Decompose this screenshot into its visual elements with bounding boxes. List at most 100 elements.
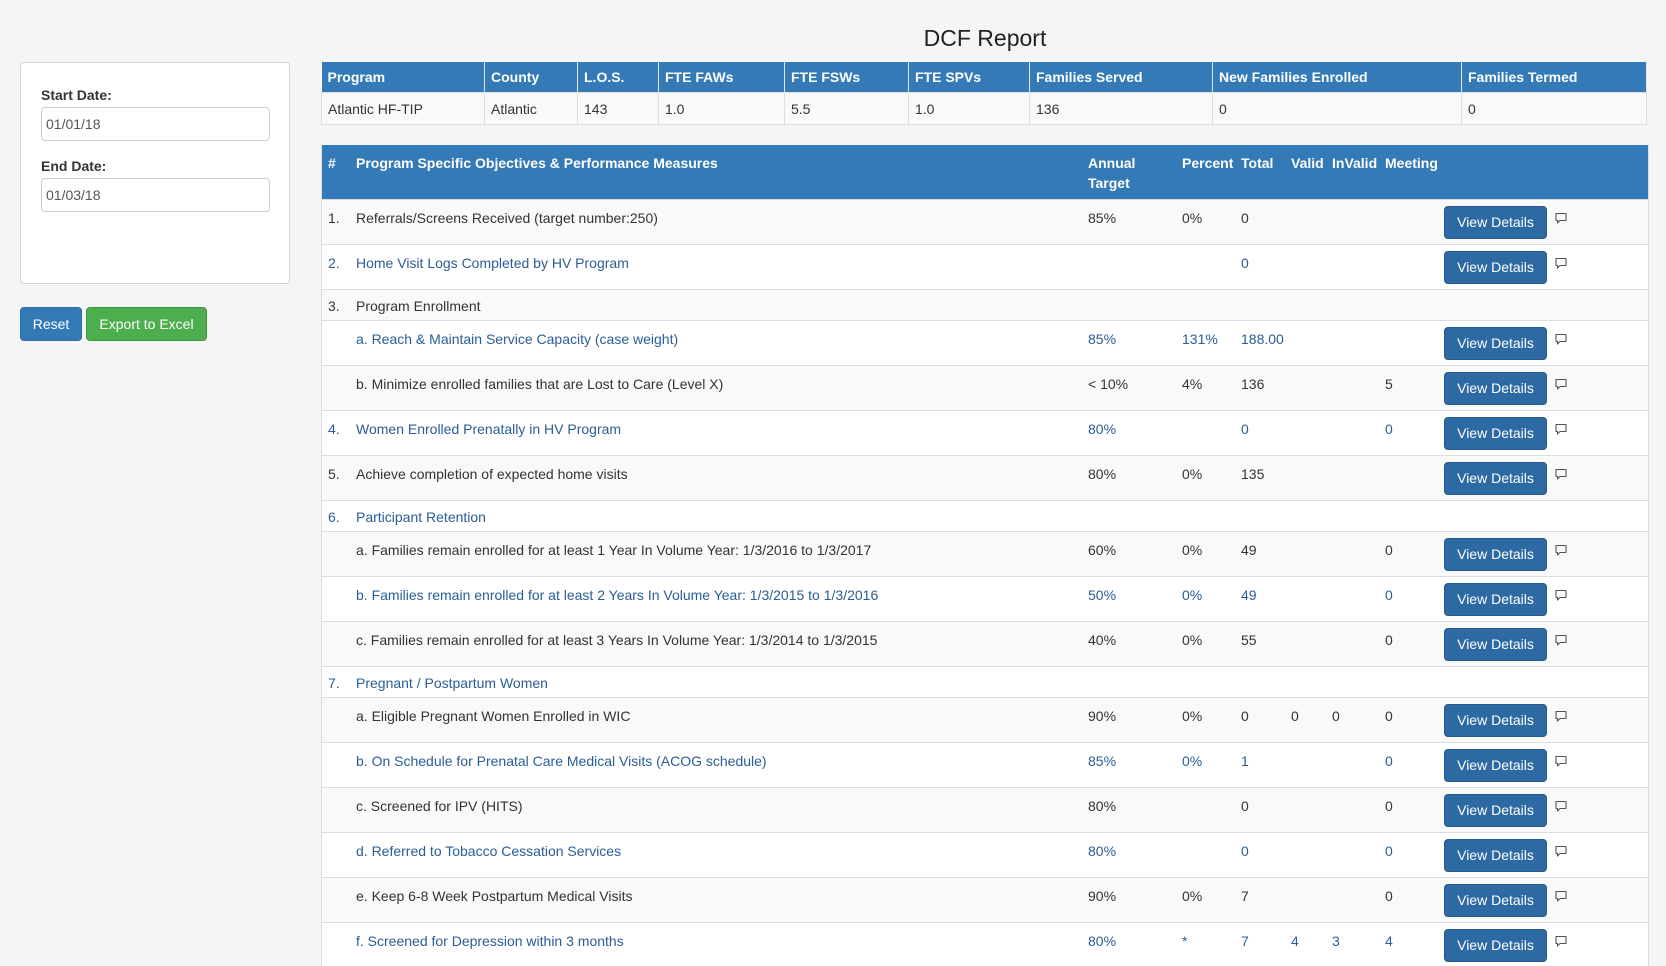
row-number xyxy=(322,832,350,878)
performance-measures-panel: # Program Specific Objectives & Performa… xyxy=(321,145,1649,966)
comment-icon[interactable] xyxy=(1554,466,1568,480)
action-cell: View Details xyxy=(1438,621,1548,667)
total-header: Total xyxy=(1235,145,1285,200)
objective-label[interactable]: Participant Retention xyxy=(350,500,1082,532)
total-value: 0 xyxy=(1235,787,1285,833)
row-number: 5. xyxy=(322,455,350,501)
row-number xyxy=(322,697,350,743)
annual-target: 90% xyxy=(1082,877,1176,923)
comment-icon[interactable] xyxy=(1554,753,1568,767)
comment-icon[interactable] xyxy=(1554,632,1568,646)
section-row: 6. Participant Retention xyxy=(322,500,1648,532)
program-data-row: Atlantic HF-TIP Atlantic 143 1.0 5.5 1.0… xyxy=(321,92,1647,125)
valid-value xyxy=(1285,320,1326,366)
program-summary-table: Program County L.O.S. FTE FAWs FTE FSWs … xyxy=(321,62,1647,125)
invalid-value xyxy=(1326,320,1379,366)
comment-icon[interactable] xyxy=(1554,331,1568,345)
percent-value xyxy=(1176,289,1235,321)
comment-cell xyxy=(1548,742,1648,788)
valid-value xyxy=(1285,877,1326,923)
comment-icon[interactable] xyxy=(1554,421,1568,435)
view-details-button[interactable]: View Details xyxy=(1444,749,1547,782)
comment-icon[interactable] xyxy=(1554,708,1568,722)
objective-label[interactable]: f. Screened for Depression within 3 mont… xyxy=(350,922,1082,966)
new-families-header: New Families Enrolled xyxy=(1212,62,1462,93)
total-value: 135 xyxy=(1235,455,1285,501)
objective-label[interactable]: Women Enrolled Prenatally in HV Program xyxy=(350,410,1082,456)
action-cell: View Details xyxy=(1438,531,1548,577)
valid-value xyxy=(1285,289,1326,321)
row-number: 6. xyxy=(322,500,350,532)
objective-label[interactable]: b. Families remain enrolled for at least… xyxy=(350,576,1082,622)
end-date-input[interactable] xyxy=(41,178,270,212)
comment-cell xyxy=(1548,500,1648,532)
meeting-value: 0 xyxy=(1379,787,1438,833)
view-details-button[interactable]: View Details xyxy=(1444,704,1547,737)
invalid-value xyxy=(1326,410,1379,456)
reset-button[interactable]: Reset xyxy=(20,307,82,341)
objective-label[interactable]: b. On Schedule for Prenatal Care Medical… xyxy=(350,742,1082,788)
comment-icon[interactable] xyxy=(1554,542,1568,556)
meeting-value: 0 xyxy=(1379,697,1438,743)
view-details-button[interactable]: View Details xyxy=(1444,538,1547,571)
view-details-button[interactable]: View Details xyxy=(1444,583,1547,616)
comment-icon[interactable] xyxy=(1554,255,1568,269)
annual-target: 80% xyxy=(1082,455,1176,501)
comment-icon[interactable] xyxy=(1554,587,1568,601)
comment-icon[interactable] xyxy=(1554,933,1568,947)
view-details-button[interactable]: View Details xyxy=(1444,372,1547,405)
comment-icon[interactable] xyxy=(1554,888,1568,902)
measure-row: b. On Schedule for Prenatal Care Medical… xyxy=(322,742,1648,788)
valid-value xyxy=(1285,666,1326,698)
action-cell: View Details xyxy=(1438,320,1548,366)
valid-value: 0 xyxy=(1285,697,1326,743)
view-details-button[interactable]: View Details xyxy=(1444,206,1547,239)
los-header: L.O.S. xyxy=(577,62,659,93)
view-details-button[interactable]: View Details xyxy=(1444,884,1547,917)
percent-header: Percent xyxy=(1176,145,1235,200)
action-cell: View Details xyxy=(1438,455,1548,501)
action-cell: View Details xyxy=(1438,787,1548,833)
comment-icon[interactable] xyxy=(1554,843,1568,857)
row-number: 2. xyxy=(322,244,350,290)
invalid-value xyxy=(1326,455,1379,501)
objective-label[interactable]: Home Visit Logs Completed by HV Program xyxy=(350,244,1082,290)
comment-header xyxy=(1548,145,1648,200)
view-details-button[interactable]: View Details xyxy=(1444,251,1547,284)
row-number xyxy=(322,576,350,622)
valid-value xyxy=(1285,742,1326,788)
annual-target: 90% xyxy=(1082,697,1176,743)
annual-target xyxy=(1082,289,1176,321)
view-details-button[interactable]: View Details xyxy=(1444,929,1547,962)
meeting-value xyxy=(1379,666,1438,698)
view-details-button[interactable]: View Details xyxy=(1444,417,1547,450)
export-excel-button[interactable]: Export to Excel xyxy=(86,307,207,341)
fte-faws-cell: 1.0 xyxy=(658,92,785,125)
view-details-button[interactable]: View Details xyxy=(1444,628,1547,661)
objective-label[interactable]: d. Referred to Tobacco Cessation Service… xyxy=(350,832,1082,878)
view-details-button[interactable]: View Details xyxy=(1444,327,1547,360)
action-cell: View Details xyxy=(1438,410,1548,456)
objective-label[interactable]: a. Reach & Maintain Service Capacity (ca… xyxy=(350,320,1082,366)
annual-target: 40% xyxy=(1082,621,1176,667)
annual-target-line2: Target xyxy=(1088,175,1130,191)
meeting-value xyxy=(1379,244,1438,290)
invalid-value xyxy=(1326,576,1379,622)
valid-header: Valid xyxy=(1285,145,1326,200)
view-details-button[interactable]: View Details xyxy=(1444,839,1547,872)
comment-icon[interactable] xyxy=(1554,798,1568,812)
comment-icon[interactable] xyxy=(1554,376,1568,390)
objective-label[interactable]: Pregnant / Postpartum Women xyxy=(350,666,1082,698)
measure-row: a. Families remain enrolled for at least… xyxy=(322,531,1648,577)
comment-cell xyxy=(1548,877,1648,923)
total-value: 0 xyxy=(1235,199,1285,245)
start-date-input[interactable] xyxy=(41,107,270,141)
total-value: 0 xyxy=(1235,410,1285,456)
valid-value xyxy=(1285,410,1326,456)
view-details-button[interactable]: View Details xyxy=(1444,794,1547,827)
invalid-value xyxy=(1326,787,1379,833)
view-details-button[interactable]: View Details xyxy=(1444,462,1547,495)
annual-target: 85% xyxy=(1082,320,1176,366)
row-number: 3. xyxy=(322,289,350,321)
comment-icon[interactable] xyxy=(1554,210,1568,224)
